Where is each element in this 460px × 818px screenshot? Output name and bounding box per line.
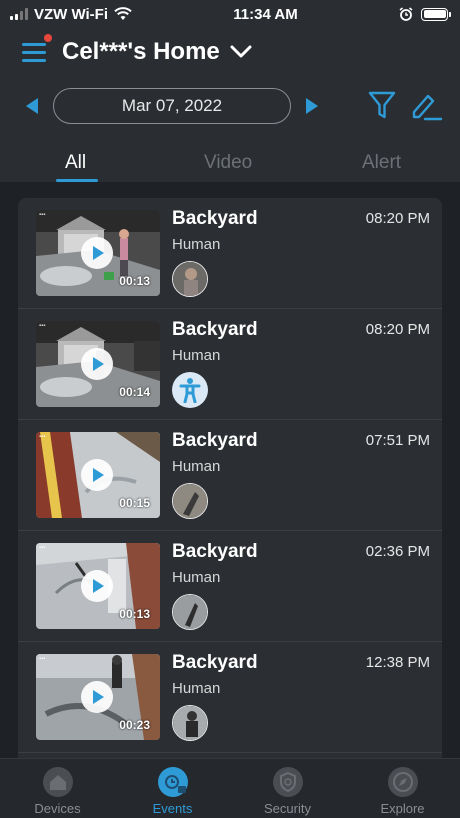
previous-day-icon[interactable] [26, 98, 38, 114]
event-time: 08:20 PM [365, 321, 430, 338]
app-header: Cel***'s Home [0, 28, 460, 76]
play-icon[interactable] [81, 459, 113, 491]
notification-dot [44, 34, 52, 42]
cellular-signal-icon [10, 8, 28, 20]
video-duration: 00:14 [119, 385, 150, 399]
event-time: 07:51 PM [365, 432, 430, 449]
event-type: Human [172, 680, 221, 697]
event-list: ▪▪▪ 00:13 Backyard Human 08:20 PM ▪▪▪ 00… [18, 198, 442, 758]
event-thumbnail[interactable]: ▪▪▪ 00:15 [36, 432, 160, 518]
event-type: Human [172, 458, 221, 475]
nav-security-label: Security [264, 801, 311, 816]
nav-events[interactable]: Events [115, 759, 230, 818]
event-type: Human [172, 569, 221, 586]
nav-events-label: Events [152, 801, 193, 816]
camera-watermark-icon: ▪▪▪ [39, 434, 46, 440]
carrier-label: VZW Wi-Fi [34, 5, 109, 23]
event-item[interactable]: ▪▪▪ 00:14 Backyard Human 08:20 PM [18, 309, 442, 420]
shield-icon [273, 767, 303, 797]
event-tabs: All Video Alert [0, 148, 460, 182]
event-camera-name: Backyard [172, 430, 258, 451]
home-selector[interactable]: Cel***'s Home [62, 38, 252, 66]
detected-person-avatar [172, 705, 208, 741]
compass-icon [388, 767, 418, 797]
date-picker[interactable]: Mar 07, 2022 [53, 88, 291, 124]
nav-explore[interactable]: Explore [345, 759, 460, 818]
alarm-icon [399, 7, 413, 21]
nav-devices-label: Devices [34, 801, 81, 816]
camera-watermark-icon: ▪▪▪ [39, 323, 46, 329]
human-icon [172, 372, 208, 408]
event-thumbnail[interactable]: ▪▪▪ 00:13 [36, 543, 160, 629]
date-label: Mar 07, 2022 [121, 96, 223, 115]
event-type: Human [172, 236, 221, 253]
status-time: 11:34 AM [233, 5, 298, 23]
event-type: Human [172, 347, 221, 364]
nav-explore-label: Explore [380, 801, 425, 816]
status-bar: VZW Wi-Fi 11:34 AM [0, 0, 460, 28]
camera-watermark-icon: ▪▪▪ [39, 212, 46, 218]
play-icon[interactable] [81, 348, 113, 380]
detected-person-avatar [172, 594, 208, 630]
wifi-icon [114, 7, 132, 20]
event-time: 12:38 PM [365, 654, 430, 671]
camera-watermark-icon: ▪▪▪ [39, 656, 46, 662]
chevron-down-icon [230, 45, 252, 58]
date-navigator: Mar 07, 2022 [0, 86, 460, 126]
play-icon[interactable] [81, 681, 113, 713]
detected-person-avatar [172, 483, 208, 519]
detected-person-avatar [172, 261, 208, 297]
play-icon[interactable] [81, 570, 113, 602]
video-duration: 00:15 [119, 496, 150, 510]
next-day-icon[interactable] [306, 98, 318, 114]
home-name: Cel***'s Home [62, 38, 220, 65]
bottom-navigation: Devices Events Security Explore [0, 758, 460, 818]
event-item[interactable]: ▪▪▪ 00:23 Backyard Human 12:38 PM [18, 642, 442, 753]
battery-icon [421, 7, 451, 21]
event-thumbnail[interactable]: ▪▪▪ 00:23 [36, 654, 160, 740]
video-duration: 00:13 [119, 274, 150, 288]
event-item[interactable]: ▪▪▪ 00:13 Backyard Human 02:36 PM [18, 531, 442, 642]
event-camera-name: Backyard [172, 541, 258, 562]
camera-watermark-icon: ▪▪▪ [39, 545, 46, 551]
event-time: 02:36 PM [365, 543, 430, 560]
event-camera-name: Backyard [172, 319, 258, 340]
video-duration: 00:13 [119, 607, 150, 621]
filter-icon[interactable] [368, 90, 396, 120]
tab-video[interactable]: Video [204, 152, 252, 174]
events-icon [158, 767, 188, 797]
tab-alert[interactable]: Alert [362, 152, 401, 174]
event-camera-name: Backyard [172, 208, 258, 229]
event-item[interactable]: ▪▪▪ 00:13 Backyard Human 08:20 PM [18, 198, 442, 309]
edit-icon[interactable] [410, 90, 444, 122]
video-duration: 00:23 [119, 718, 150, 732]
event-time: 08:20 PM [365, 210, 430, 227]
menu-button[interactable] [20, 34, 52, 64]
event-thumbnail[interactable]: ▪▪▪ 00:14 [36, 321, 160, 407]
tab-all[interactable]: All [65, 152, 86, 174]
nav-security[interactable]: Security [230, 759, 345, 818]
nav-devices[interactable]: Devices [0, 759, 115, 818]
event-item[interactable]: ▪▪▪ 00:15 Backyard Human 07:51 PM [18, 420, 442, 531]
event-thumbnail[interactable]: ▪▪▪ 00:13 [36, 210, 160, 296]
play-icon[interactable] [81, 237, 113, 269]
house-icon [43, 767, 73, 797]
event-camera-name: Backyard [172, 652, 258, 673]
